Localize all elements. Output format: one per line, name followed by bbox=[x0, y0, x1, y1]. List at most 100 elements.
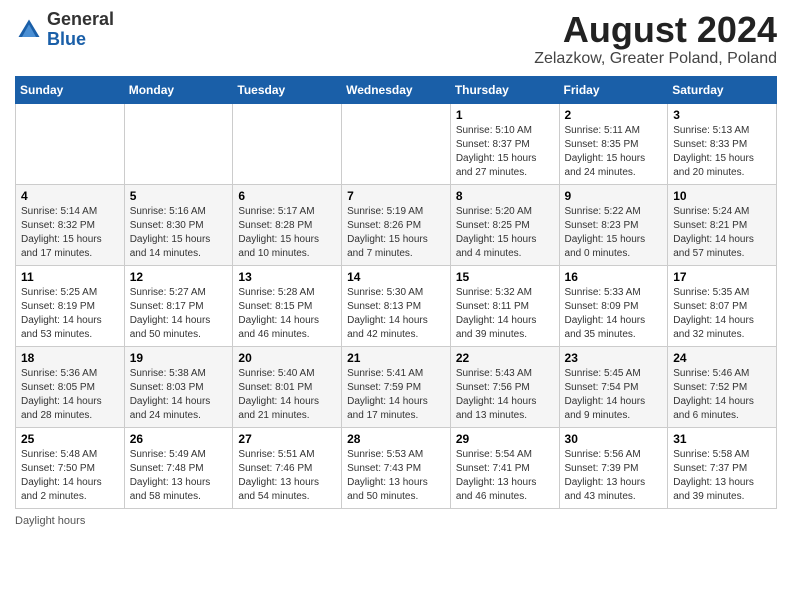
day-info: Sunrise: 5:46 AM Sunset: 7:52 PM Dayligh… bbox=[673, 367, 771, 423]
week-row-3: 11 Sunrise: 5:25 AM Sunset: 8:19 PM Dayli… bbox=[16, 265, 777, 346]
day-number: 5 bbox=[130, 189, 228, 203]
logo-general: General bbox=[47, 10, 114, 30]
calendar-cell: 19 Sunrise: 5:38 AM Sunset: 8:03 PM Dayli… bbox=[124, 346, 233, 427]
calendar-cell: 9 Sunrise: 5:22 AM Sunset: 8:23 PM Daylig… bbox=[559, 184, 668, 265]
weekday-header-row: SundayMondayTuesdayWednesdayThursdayFrid… bbox=[16, 76, 777, 103]
day-number: 17 bbox=[673, 270, 771, 284]
day-number: 24 bbox=[673, 351, 771, 365]
week-row-4: 18 Sunrise: 5:36 AM Sunset: 8:05 PM Dayli… bbox=[16, 346, 777, 427]
calendar-cell: 1Sunrise: 5:10 AM Sunset: 8:37 PM Daylig… bbox=[450, 103, 559, 184]
day-number: 15 bbox=[456, 270, 554, 284]
location: Zelazkow, Greater Poland, Poland bbox=[534, 50, 777, 68]
day-number: 11 bbox=[21, 270, 119, 284]
week-row-2: 4 Sunrise: 5:14 AM Sunset: 8:32 PM Daylig… bbox=[16, 184, 777, 265]
calendar-cell bbox=[124, 103, 233, 184]
day-number: 6 bbox=[238, 189, 336, 203]
day-number: 23 bbox=[565, 351, 663, 365]
day-number: 7 bbox=[347, 189, 445, 203]
calendar-cell: 14 Sunrise: 5:30 AM Sunset: 8:13 PM Dayli… bbox=[342, 265, 451, 346]
calendar-cell: 25 Sunrise: 5:48 AM Sunset: 7:50 PM Dayli… bbox=[16, 427, 125, 508]
day-number: 3 bbox=[673, 108, 771, 122]
week-row-1: 1Sunrise: 5:10 AM Sunset: 8:37 PM Daylig… bbox=[16, 103, 777, 184]
weekday-sunday: Sunday bbox=[16, 76, 125, 103]
day-info: Sunrise: 5:40 AM Sunset: 8:01 PM Dayligh… bbox=[238, 367, 336, 423]
day-number: 26 bbox=[130, 432, 228, 446]
logo-blue: Blue bbox=[47, 30, 114, 50]
calendar-cell: 12Sunrise: 5:27 AM Sunset: 8:17 PM Dayli… bbox=[124, 265, 233, 346]
day-info: Sunrise: 5:22 AM Sunset: 8:23 PM Dayligh… bbox=[565, 205, 663, 261]
logo: General Blue bbox=[15, 10, 114, 50]
day-info: Sunrise: 5:51 AM Sunset: 7:46 PM Dayligh… bbox=[238, 448, 336, 504]
calendar-cell: 8Sunrise: 5:20 AM Sunset: 8:25 PM Daylig… bbox=[450, 184, 559, 265]
weekday-wednesday: Wednesday bbox=[342, 76, 451, 103]
calendar-cell: 17 Sunrise: 5:35 AM Sunset: 8:07 PM Dayli… bbox=[668, 265, 777, 346]
page-header: General Blue August 2024 Zelazkow, Great… bbox=[15, 10, 777, 68]
calendar-cell: 4 Sunrise: 5:14 AM Sunset: 8:32 PM Daylig… bbox=[16, 184, 125, 265]
day-info: Sunrise: 5:41 AM Sunset: 7:59 PM Dayligh… bbox=[347, 367, 445, 423]
weekday-tuesday: Tuesday bbox=[233, 76, 342, 103]
day-number: 10 bbox=[673, 189, 771, 203]
day-info: Sunrise: 5:11 AM Sunset: 8:35 PM Dayligh… bbox=[565, 124, 663, 180]
day-info: Sunrise: 5:49 AM Sunset: 7:48 PM Dayligh… bbox=[130, 448, 228, 504]
day-info: Sunrise: 5:53 AM Sunset: 7:43 PM Dayligh… bbox=[347, 448, 445, 504]
calendar-cell: 15 Sunrise: 5:32 AM Sunset: 8:11 PM Dayli… bbox=[450, 265, 559, 346]
calendar-cell: 27Sunrise: 5:51 AM Sunset: 7:46 PM Dayli… bbox=[233, 427, 342, 508]
calendar-cell: 23 Sunrise: 5:45 AM Sunset: 7:54 PM Dayli… bbox=[559, 346, 668, 427]
calendar-cell: 28Sunrise: 5:53 AM Sunset: 7:43 PM Dayli… bbox=[342, 427, 451, 508]
calendar-cell: 2 Sunrise: 5:11 AM Sunset: 8:35 PM Daylig… bbox=[559, 103, 668, 184]
day-info: Sunrise: 5:28 AM Sunset: 8:15 PM Dayligh… bbox=[238, 286, 336, 342]
weekday-friday: Friday bbox=[559, 76, 668, 103]
day-number: 4 bbox=[21, 189, 119, 203]
weekday-thursday: Thursday bbox=[450, 76, 559, 103]
calendar-cell bbox=[16, 103, 125, 184]
calendar-cell: 24 Sunrise: 5:46 AM Sunset: 7:52 PM Dayli… bbox=[668, 346, 777, 427]
calendar-cell: 29Sunrise: 5:54 AM Sunset: 7:41 PM Dayli… bbox=[450, 427, 559, 508]
day-info: Sunrise: 5:24 AM Sunset: 8:21 PM Dayligh… bbox=[673, 205, 771, 261]
calendar-cell: 20Sunrise: 5:40 AM Sunset: 8:01 PM Dayli… bbox=[233, 346, 342, 427]
week-row-5: 25 Sunrise: 5:48 AM Sunset: 7:50 PM Dayli… bbox=[16, 427, 777, 508]
day-info: Sunrise: 5:54 AM Sunset: 7:41 PM Dayligh… bbox=[456, 448, 554, 504]
calendar-cell: 31 Sunrise: 5:58 AM Sunset: 7:37 PM Dayli… bbox=[668, 427, 777, 508]
day-info: Sunrise: 5:58 AM Sunset: 7:37 PM Dayligh… bbox=[673, 448, 771, 504]
day-number: 18 bbox=[21, 351, 119, 365]
day-number: 31 bbox=[673, 432, 771, 446]
day-info: Sunrise: 5:45 AM Sunset: 7:54 PM Dayligh… bbox=[565, 367, 663, 423]
day-info: Sunrise: 5:48 AM Sunset: 7:50 PM Dayligh… bbox=[21, 448, 119, 504]
day-info: Sunrise: 5:19 AM Sunset: 8:26 PM Dayligh… bbox=[347, 205, 445, 261]
day-number: 2 bbox=[565, 108, 663, 122]
day-info: Sunrise: 5:14 AM Sunset: 8:32 PM Dayligh… bbox=[21, 205, 119, 261]
calendar-cell bbox=[233, 103, 342, 184]
day-info: Sunrise: 5:17 AM Sunset: 8:28 PM Dayligh… bbox=[238, 205, 336, 261]
day-number: 9 bbox=[565, 189, 663, 203]
calendar-cell: 10 Sunrise: 5:24 AM Sunset: 8:21 PM Dayli… bbox=[668, 184, 777, 265]
day-number: 30 bbox=[565, 432, 663, 446]
calendar-cell: 18 Sunrise: 5:36 AM Sunset: 8:05 PM Dayli… bbox=[16, 346, 125, 427]
day-info: Sunrise: 5:38 AM Sunset: 8:03 PM Dayligh… bbox=[130, 367, 228, 423]
calendar-cell: 22 Sunrise: 5:43 AM Sunset: 7:56 PM Dayli… bbox=[450, 346, 559, 427]
footer-note: Daylight hours bbox=[15, 515, 777, 527]
day-info: Sunrise: 5:35 AM Sunset: 8:07 PM Dayligh… bbox=[673, 286, 771, 342]
day-number: 14 bbox=[347, 270, 445, 284]
day-info: Sunrise: 5:36 AM Sunset: 8:05 PM Dayligh… bbox=[21, 367, 119, 423]
day-number: 22 bbox=[456, 351, 554, 365]
day-number: 13 bbox=[238, 270, 336, 284]
day-info: Sunrise: 5:13 AM Sunset: 8:33 PM Dayligh… bbox=[673, 124, 771, 180]
day-number: 19 bbox=[130, 351, 228, 365]
day-info: Sunrise: 5:56 AM Sunset: 7:39 PM Dayligh… bbox=[565, 448, 663, 504]
day-number: 25 bbox=[21, 432, 119, 446]
day-info: Sunrise: 5:27 AM Sunset: 8:17 PM Dayligh… bbox=[130, 286, 228, 342]
day-info: Sunrise: 5:25 AM Sunset: 8:19 PM Dayligh… bbox=[21, 286, 119, 342]
day-info: Sunrise: 5:32 AM Sunset: 8:11 PM Dayligh… bbox=[456, 286, 554, 342]
weekday-saturday: Saturday bbox=[668, 76, 777, 103]
calendar-cell: 26 Sunrise: 5:49 AM Sunset: 7:48 PM Dayli… bbox=[124, 427, 233, 508]
logo-icon bbox=[15, 16, 43, 44]
calendar-table: SundayMondayTuesdayWednesdayThursdayFrid… bbox=[15, 76, 777, 509]
day-number: 21 bbox=[347, 351, 445, 365]
calendar-cell: 7 Sunrise: 5:19 AM Sunset: 8:26 PM Daylig… bbox=[342, 184, 451, 265]
logo-text: General Blue bbox=[47, 10, 114, 50]
day-info: Sunrise: 5:43 AM Sunset: 7:56 PM Dayligh… bbox=[456, 367, 554, 423]
weekday-monday: Monday bbox=[124, 76, 233, 103]
day-number: 8 bbox=[456, 189, 554, 203]
day-info: Sunrise: 5:30 AM Sunset: 8:13 PM Dayligh… bbox=[347, 286, 445, 342]
calendar-cell: 3 Sunrise: 5:13 AM Sunset: 8:33 PM Daylig… bbox=[668, 103, 777, 184]
